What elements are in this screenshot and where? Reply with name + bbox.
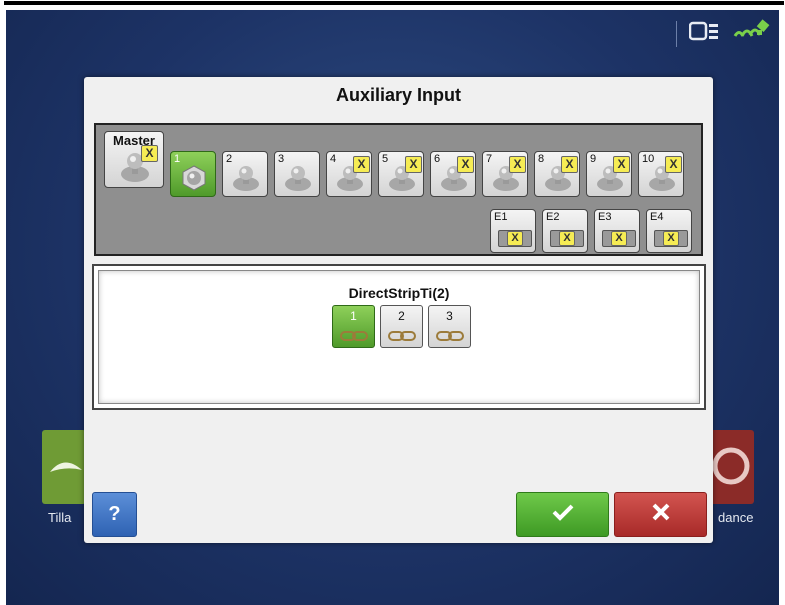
external-input-label: E1 [494, 211, 508, 223]
x-mark-icon: X [561, 156, 578, 173]
implement-area: DirectStripTi(2) 1 2 3 [98, 270, 700, 404]
gps-satellite-icon[interactable] [733, 18, 771, 49]
status-bar [676, 18, 771, 49]
external-input-label: E4 [650, 211, 664, 223]
input-tile[interactable]: 4X [326, 151, 372, 197]
input-selector-panel: Master X 1 2 3 4 X 5 X 6 X 7 X 8 X 9 X 10 X E1 X E2 X E3… [94, 123, 703, 256]
external-input-label: E2 [546, 211, 560, 223]
guidance-app-label: dance [718, 510, 754, 525]
x-mark-icon: X [405, 156, 422, 173]
implement-panel: DirectStripTi(2) 1 2 3 [92, 264, 706, 410]
x-mark-icon: X [457, 156, 474, 173]
connector-plug-icon: X [654, 230, 688, 247]
dialog-title: Auxiliary Input [335, 85, 461, 105]
joystick-knob-icon [283, 163, 313, 198]
input-tile[interactable]: 10 X [638, 151, 684, 197]
connector-plug-icon: X [498, 230, 532, 247]
status-divider [676, 20, 677, 47]
implement-name: DirectStripTi(2) [348, 285, 450, 301]
tillage-app-label: Tilla [48, 510, 72, 525]
joystick-knob-icon [179, 163, 209, 198]
ok-button[interactable] [516, 492, 609, 537]
input-tile[interactable]: 7X [482, 151, 528, 197]
x-mark-icon: X [611, 231, 627, 246]
input-tile[interactable]: 1 [170, 151, 216, 197]
auxiliary-input-dialog: Auxiliary Input Master X 1234X5X6X7X8X9X… [84, 77, 713, 543]
x-mark-icon: X [507, 231, 523, 246]
connector-plug-icon: X [602, 230, 636, 247]
x-mark-icon: X [663, 231, 679, 246]
section-tile[interactable]: 3 [428, 305, 471, 348]
x-mark-icon: X [665, 156, 682, 173]
checkmark-icon [552, 503, 574, 526]
section-tile[interactable]: 2 [380, 305, 423, 348]
external-input-tile[interactable]: E3 X [594, 209, 640, 253]
section-number: 3 [446, 309, 453, 323]
x-mark-icon: X [613, 156, 630, 173]
input-tile[interactable]: 5X [378, 151, 424, 197]
display-connector-icon[interactable] [688, 20, 725, 47]
section-number: 2 [398, 309, 405, 323]
section-tile[interactable]: 1 [332, 305, 375, 348]
input-tile[interactable]: 3 [274, 151, 320, 197]
external-input-tile[interactable]: E4 X [646, 209, 692, 253]
display-screen: Tilla dance Auxiliary Input Master X 123… [6, 10, 779, 605]
input-tile[interactable]: 6X [430, 151, 476, 197]
master-input-tile[interactable]: Master X [104, 131, 164, 188]
input-tile[interactable]: 2 [222, 151, 268, 197]
external-input-tile[interactable]: E1 X [490, 209, 536, 253]
x-mark-icon: X [509, 156, 526, 173]
tillage-app-tile[interactable] [42, 430, 86, 504]
x-mark-icon: X [353, 156, 370, 173]
input-tile[interactable]: 8X [534, 151, 580, 197]
cancel-button[interactable] [614, 492, 707, 537]
top-border [4, 1, 784, 5]
section-number: 1 [350, 309, 357, 323]
x-mark-icon: X [141, 145, 158, 162]
help-button[interactable]: ? [92, 492, 137, 537]
joystick-knob-icon [231, 163, 261, 198]
x-mark-icon: X [559, 231, 575, 246]
input-tile[interactable]: 9X [586, 151, 632, 197]
guidance-app-tile[interactable] [708, 430, 754, 504]
external-input-tile[interactable]: E2 X [542, 209, 588, 253]
external-input-label: E3 [598, 211, 612, 223]
connector-plug-icon: X [550, 230, 584, 247]
close-icon [652, 503, 670, 526]
